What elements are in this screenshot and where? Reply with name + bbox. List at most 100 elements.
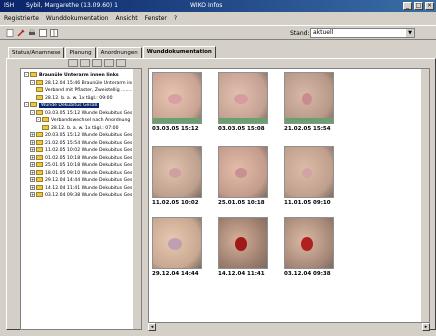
close-button[interactable]: × bbox=[425, 2, 434, 10]
folder-icon bbox=[36, 162, 43, 167]
wound-area bbox=[301, 237, 313, 251]
tree-node[interactable]: 28.12. b. a. w. 1x tägl.: 09:00 bbox=[36, 94, 113, 101]
tree-node-label: 28.12.04 15:46 Braunüle Unterarm innen l… bbox=[45, 80, 142, 86]
folder-icon bbox=[36, 79, 43, 85]
drape-strip bbox=[285, 118, 333, 123]
expand-icon[interactable]: + bbox=[30, 169, 35, 175]
tree-node[interactable]: +29.12.04 14:44 Wunde Dekubitus Gesäß, L… bbox=[30, 177, 141, 183]
folder-icon bbox=[36, 109, 43, 115]
menu-bar: Registrierte Wunddokumentation Ansicht F… bbox=[0, 13, 436, 24]
tree-copy-button[interactable] bbox=[92, 59, 102, 67]
photo-caption: 25.01.05 10:18 bbox=[218, 200, 265, 206]
tree-grid-button[interactable] bbox=[80, 59, 90, 67]
tree-node-label: Verbandswechsel nach Anordnung bbox=[51, 118, 131, 123]
tools-icon[interactable] bbox=[17, 29, 25, 37]
tree-node-label: Braunüle Unterarm innen links bbox=[39, 73, 119, 78]
maximize-button[interactable]: □ bbox=[414, 2, 423, 10]
tree-node-label: 25.01.05 10:18 Wunde Dekubitus Gesäß, Lo… bbox=[45, 163, 142, 168]
tree-node[interactable]: +11.02.05 10:02 Wunde Dekubitus Gesäß, L… bbox=[30, 147, 141, 153]
folder-icon bbox=[36, 87, 43, 92]
collapse-icon[interactable]: - bbox=[24, 72, 29, 77]
print-icon[interactable] bbox=[28, 29, 36, 37]
folder-icon bbox=[42, 117, 49, 122]
scroll-left-icon[interactable]: ◂ bbox=[148, 323, 156, 331]
stand-label: Stand: bbox=[290, 30, 310, 37]
tree-node[interactable]: +14.12.04 11:41 Wunde Dekubitus Gesäß, L… bbox=[30, 184, 141, 191]
tree-node[interactable]: +21.02.05 15:54 Wunde Dekubitus Gesäß, L… bbox=[30, 139, 141, 146]
tree-node[interactable]: Verband mit Pflaster, Zweistellig ......… bbox=[36, 87, 141, 93]
wound-photo[interactable] bbox=[284, 72, 334, 124]
expand-icon[interactable]: + bbox=[30, 132, 35, 137]
gallery-vscrollbar[interactable] bbox=[420, 69, 429, 323]
new-doc-icon[interactable] bbox=[6, 29, 14, 37]
wound-photo[interactable] bbox=[284, 146, 334, 198]
minimize-button[interactable]: _ bbox=[403, 2, 412, 10]
stand-select[interactable]: aktuell ▼ bbox=[310, 28, 415, 38]
tree-node-label: Wunde Dekubitus Gesäß bbox=[39, 103, 100, 108]
tree-node[interactable]: - Braunüle Unterarm innen links bbox=[24, 72, 119, 78]
tab-anordnungen[interactable]: Anordnungen bbox=[96, 47, 142, 58]
view-split-icon[interactable] bbox=[50, 29, 58, 37]
wound-photo[interactable] bbox=[218, 217, 268, 269]
app-title: ISH bbox=[4, 2, 15, 9]
folder-icon bbox=[36, 192, 43, 197]
wound-photo[interactable] bbox=[218, 146, 268, 198]
window-center-title: WIKO Infos bbox=[190, 2, 223, 9]
wound-photo[interactable] bbox=[152, 146, 202, 198]
photo-caption: 03.03.05 15:08 bbox=[218, 126, 265, 132]
tree-node[interactable]: - 03.03.05 15:12 Wunde Dekubitus Gesäß, L… bbox=[30, 109, 141, 116]
tab-status-anamnese[interactable]: Status/Anamnese bbox=[8, 47, 65, 58]
view-single-icon[interactable] bbox=[39, 29, 47, 37]
menu-wunddokumentation[interactable]: Wunddokumentation bbox=[46, 13, 109, 24]
expand-icon[interactable]: + bbox=[30, 147, 35, 152]
status-bar bbox=[0, 331, 436, 336]
tree-node[interactable]: - Verbandswechsel nach Anordnung bbox=[36, 117, 130, 123]
tree-node[interactable]: 28.12. b. a. w. 1x tägl.: 07:00 bbox=[42, 124, 119, 131]
expand-icon[interactable]: + bbox=[30, 192, 35, 197]
tree-node[interactable]: +03.12.04 09:38 Wunde Dekubitus Gesäß, L… bbox=[30, 192, 141, 198]
wound-photo[interactable] bbox=[152, 72, 202, 124]
collapse-icon[interactable]: - bbox=[36, 117, 41, 122]
tree-node[interactable]: +18.01.05 09:10 Wunde Dekubitus Gesäß, L… bbox=[30, 169, 141, 176]
tree-toolbar bbox=[68, 59, 126, 68]
chevron-down-icon[interactable]: ▼ bbox=[406, 29, 414, 37]
scroll-right-icon[interactable]: ▸ bbox=[422, 323, 430, 331]
collapse-icon[interactable]: - bbox=[30, 109, 35, 115]
wound-area bbox=[302, 168, 312, 178]
expand-icon[interactable]: + bbox=[30, 177, 35, 182]
collapse-icon[interactable]: - bbox=[30, 79, 35, 85]
expand-icon[interactable]: + bbox=[30, 154, 35, 160]
tab-wunddokumentation[interactable]: Wunddokumentation bbox=[142, 46, 216, 58]
photo-caption: 11.02.05 10:02 bbox=[152, 200, 199, 206]
tree-node-label: 28.12. b. a. w. 1x tägl.: 07:00 bbox=[51, 125, 119, 131]
collapse-icon[interactable]: - bbox=[24, 102, 29, 107]
tree-node[interactable]: - 28.12.04 15:46 Braunüle Unterarm innen … bbox=[30, 79, 142, 86]
wound-photo[interactable] bbox=[284, 217, 334, 269]
expand-icon[interactable]: + bbox=[30, 162, 35, 167]
wound-tree: - Braunüle Unterarm innen links -28.12.04 … bbox=[20, 68, 142, 330]
tree-node[interactable]: +01.02.05 10:18 Wunde Dekubitus Gesäß, L… bbox=[30, 154, 142, 161]
menu-registrierte[interactable]: Registrierte bbox=[4, 13, 39, 24]
menu-help[interactable]: ? bbox=[174, 13, 177, 24]
tree-vscrollbar[interactable] bbox=[132, 69, 141, 329]
gallery-hscrollbar[interactable]: ◂ ▸ bbox=[148, 322, 430, 331]
toolbar: Stand: aktuell ▼ bbox=[0, 25, 436, 40]
drape-strip bbox=[153, 118, 201, 123]
tree-node[interactable]: +20.03.05 15:12 Wunde Dekubitus Gesäß, L… bbox=[30, 132, 141, 138]
menu-fenster[interactable]: Fenster bbox=[145, 13, 167, 24]
tab-planung[interactable]: Planung bbox=[65, 47, 96, 58]
wound-photo[interactable] bbox=[152, 217, 202, 269]
wound-area bbox=[235, 237, 247, 251]
tree-delete-button[interactable] bbox=[104, 59, 114, 67]
tree-folder-button[interactable] bbox=[68, 59, 78, 67]
menu-ansicht[interactable]: Ansicht bbox=[115, 13, 137, 24]
tree-info-button[interactable] bbox=[116, 59, 126, 67]
title-bar: ISH Sybil, Margarethe (13.09.60) 1 WIKO … bbox=[0, 0, 436, 12]
tree-node[interactable]: +25.01.05 10:18 Wunde Dekubitus Gesäß, L… bbox=[30, 162, 142, 168]
expand-icon[interactable]: + bbox=[30, 139, 35, 145]
expand-icon[interactable]: + bbox=[30, 184, 35, 190]
wound-photo[interactable] bbox=[218, 72, 268, 124]
tree-node-label: 01.02.05 10:18 Wunde Dekubitus Gesäß, Lo… bbox=[45, 155, 142, 161]
photo-caption: 11.01.05 09:10 bbox=[284, 200, 331, 206]
tree-node[interactable]: - Wunde Dekubitus Gesäß bbox=[24, 102, 100, 108]
